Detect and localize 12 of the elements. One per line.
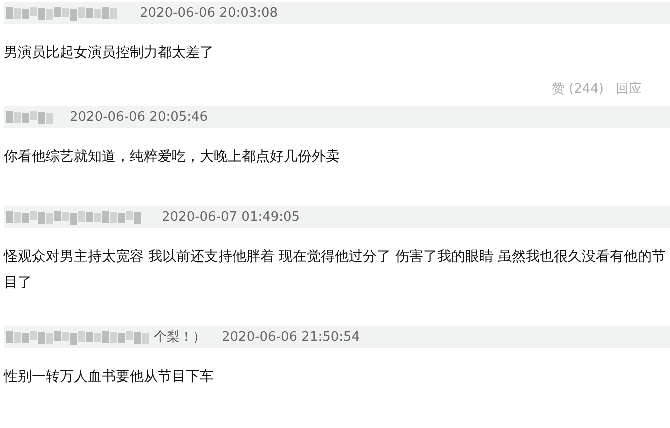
comment-text: 男演员比起女演员控制力都太差了 bbox=[3, 44, 215, 63]
timestamp: 2020-06-06 20:05:46 bbox=[70, 110, 208, 124]
reply-link[interactable]: 回应 bbox=[616, 80, 642, 98]
timestamp: 2020-06-07 01:49:05 bbox=[162, 210, 300, 224]
comment-text: 性别一转万人血书要他从节目下车 bbox=[2, 368, 215, 387]
comment-text: 你看他综艺就知道，纯粹爱吃，大晚上都点好几份外卖 bbox=[3, 148, 341, 167]
blurred-username bbox=[6, 108, 54, 126]
timestamp: 2020-06-06 20:03:08 bbox=[140, 6, 278, 20]
like-link[interactable]: 赞 (244) bbox=[552, 80, 604, 98]
username[interactable]: 个梨！） bbox=[154, 328, 206, 346]
timestamp: 2020-06-06 21:50:54 bbox=[222, 330, 360, 344]
comment-text: 怪观众对男主持太宽容 我以前还支持他胖着 现在觉得他过分了 伤害了我的眼睛 虽然我也很久没看有他的节目了 bbox=[2, 248, 667, 293]
